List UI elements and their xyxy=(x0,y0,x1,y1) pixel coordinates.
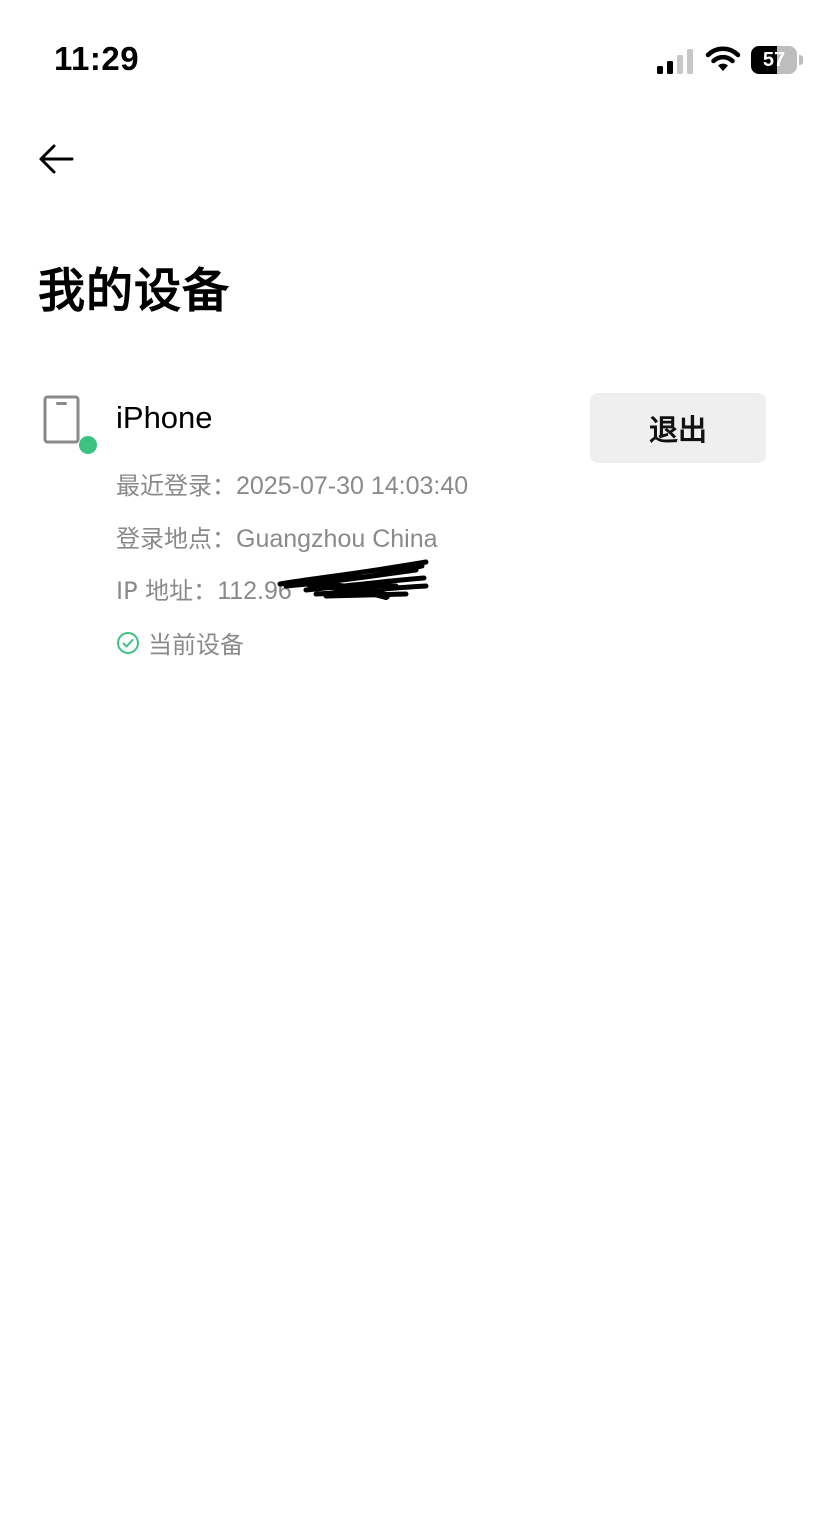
current-device-label: 当前设备 xyxy=(148,631,244,659)
redaction-scribble xyxy=(277,559,429,600)
last-login-label: 最近登录： xyxy=(116,472,236,500)
login-location-value: Guangzhou China xyxy=(236,525,438,553)
ip-address-label: IP 地址： xyxy=(116,577,218,605)
current-device-indicator: 当前设备 xyxy=(116,625,244,660)
arrow-left-icon xyxy=(39,144,74,174)
check-circle-icon xyxy=(117,631,139,654)
battery-cap xyxy=(799,55,803,65)
phone-icon xyxy=(43,395,97,454)
battery-level: 57 xyxy=(751,46,797,74)
battery-indicator: 57 xyxy=(751,46,803,74)
status-time: 11:29 xyxy=(54,40,140,77)
cellular-signal-icon xyxy=(657,49,693,74)
login-location-info: 登录地点：Guangzhou China xyxy=(116,519,438,554)
ip-address-info: IP 地址：112.96 xyxy=(116,571,292,606)
last-login-value: 2025-07-30 14:03:40 xyxy=(236,472,469,500)
status-bar: 11:29 57 xyxy=(0,0,828,110)
wifi-icon xyxy=(705,46,741,71)
last-login-info: 最近登录：2025-07-30 14:03:40 xyxy=(116,466,468,501)
login-location-label: 登录地点： xyxy=(116,525,236,553)
back-button[interactable] xyxy=(30,136,82,182)
device-name: iPhone xyxy=(116,400,213,435)
logout-button[interactable]: 退出 xyxy=(590,393,766,463)
page-title: 我的设备 xyxy=(38,264,230,319)
